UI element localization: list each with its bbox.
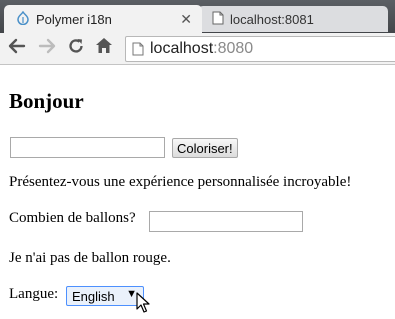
reload-icon [67, 37, 85, 60]
forward-arrow-icon [38, 38, 56, 59]
tab-title: Polymer i18n [36, 11, 112, 27]
back-arrow-icon [8, 38, 26, 59]
polymer-logo-icon [16, 10, 30, 28]
home-icon [95, 37, 113, 59]
tab-strip: Polymer i18n ✕ localhost:8081 [0, 0, 395, 33]
page-icon [212, 11, 224, 28]
back-button[interactable] [6, 37, 28, 59]
page-content: Bonjour Coloriser! Présentez-vous une ex… [0, 65, 395, 319]
colorize-button[interactable]: Coloriser! [172, 138, 238, 158]
balloon-status-text: Je n'ai pas de ballon rouge. [9, 250, 171, 266]
tab-polymer-i18n[interactable]: Polymer i18n ✕ [4, 5, 202, 33]
reload-button[interactable] [65, 37, 87, 59]
browser-toolbar: localhost:8080 [0, 33, 395, 65]
language-selected-value: English [72, 288, 115, 304]
home-button[interactable] [93, 37, 115, 59]
balloons-input[interactable] [149, 211, 303, 232]
address-port: :8080 [213, 40, 254, 57]
address-bar[interactable]: localhost:8080 [125, 36, 395, 62]
mouse-cursor-icon [136, 292, 150, 319]
language-select[interactable]: English ▼ [66, 286, 144, 306]
tab-close-icon[interactable]: ✕ [180, 11, 192, 28]
forward-button[interactable] [36, 37, 58, 59]
tab-title: localhost:8081 [230, 11, 314, 27]
tab-localhost-8081[interactable]: localhost:8081 [198, 6, 388, 32]
language-label: Langue: [9, 286, 59, 302]
color-input[interactable] [10, 137, 165, 158]
intro-text: Présentez-vous une expérience personnali… [9, 174, 352, 190]
page-title: Bonjour [9, 89, 84, 113]
page-icon [132, 42, 144, 56]
address-host: localhost [150, 40, 214, 57]
balloons-label: Combien de ballons? [9, 210, 136, 226]
